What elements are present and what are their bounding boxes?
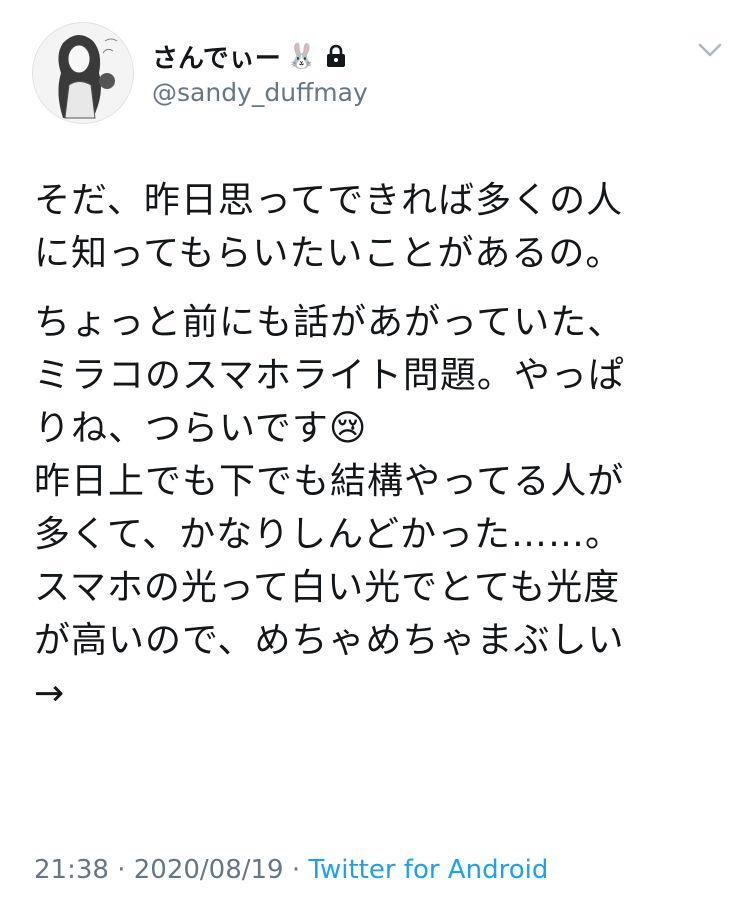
meta-separator: · <box>283 855 309 885</box>
tweet-paragraph: そだ、昨日思ってできれば多くの人 に知ってもらいたいことがあるの。 <box>34 180 624 274</box>
display-name-row: さんでぃー 🐰 <box>152 38 368 74</box>
user-names: さんでぃー 🐰 @sandy_duffmay <box>152 38 368 108</box>
display-name[interactable]: さんでぃー <box>152 38 281 75</box>
tweet-date[interactable]: 2020/08/19 <box>134 855 284 885</box>
avatar[interactable] <box>32 22 134 124</box>
tweet-header: さんでぃー 🐰 @sandy_duffmay <box>32 22 730 132</box>
avatar-illustration <box>33 23 133 123</box>
user-handle[interactable]: @sandy_duffmay <box>152 78 368 107</box>
tweet-source-link[interactable]: Twitter for Android <box>308 855 548 885</box>
tweet-paragraph: ちょっと前にも話があがっていた、 ミラコのスマホライト問題。やっぱ りね、つらい… <box>34 302 625 714</box>
chevron-down-icon[interactable] <box>696 40 724 60</box>
rabbit-emoji-icon: 🐰 <box>286 42 317 70</box>
tweet-meta: 21:38 · 2020/08/19 · Twitter for Android <box>34 855 548 885</box>
lock-icon <box>325 44 347 68</box>
tweet-time[interactable]: 21:38 <box>34 855 109 885</box>
tweet-text: そだ、昨日思ってできれば多くの人 に知ってもらいたいことがあるの。 ちょっと前に… <box>34 174 724 720</box>
meta-separator: · <box>108 855 134 885</box>
